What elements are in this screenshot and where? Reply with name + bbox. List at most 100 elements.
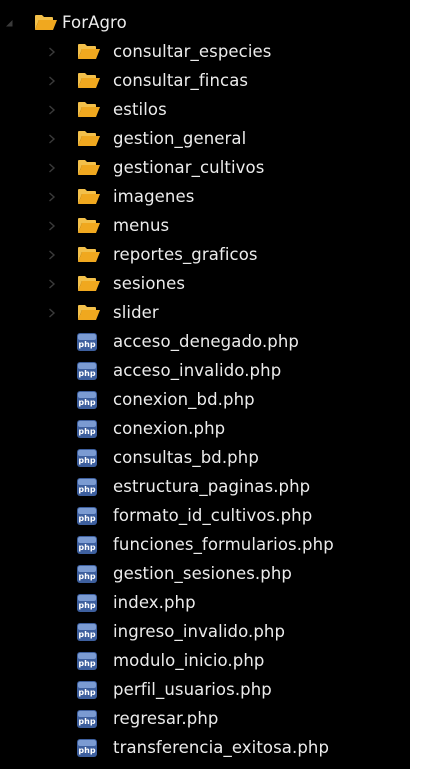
tree-item-label: sesiones bbox=[113, 274, 186, 293]
php-file-icon: php bbox=[75, 617, 99, 646]
tree-item-file[interactable]: php ingreso_invalido.php bbox=[0, 617, 410, 646]
tree-item-label: formato_id_cultivos.php bbox=[113, 506, 313, 525]
chevron-right-icon[interactable] bbox=[45, 95, 59, 124]
tree-item-file[interactable]: php perfil_usuarios.php bbox=[0, 675, 410, 704]
svg-text:php: php bbox=[78, 340, 95, 349]
php-file-icon: php bbox=[75, 704, 99, 733]
tree-item-label: transferencia_exitosa.php bbox=[113, 738, 330, 757]
tree-item-file[interactable]: php estructura_paginas.php bbox=[0, 472, 410, 501]
tree-item-file[interactable]: php funciones_formularios.php bbox=[0, 530, 410, 559]
tree-item-label: modulo_inicio.php bbox=[113, 651, 265, 670]
svg-text:php: php bbox=[78, 427, 95, 436]
php-file-icon: php bbox=[75, 733, 99, 762]
tree-item-file[interactable]: php consultas_bd.php bbox=[0, 443, 410, 472]
tree-item-file[interactable]: php formato_id_cultivos.php bbox=[0, 501, 410, 530]
tree-item-file[interactable]: php transferencia_exitosa.php bbox=[0, 733, 410, 762]
php-file-icon: php bbox=[75, 443, 99, 472]
chevron-right-icon[interactable] bbox=[45, 66, 59, 95]
tree-item-folder[interactable]: menus bbox=[0, 211, 410, 240]
folder-open-icon bbox=[77, 269, 101, 298]
folder-open-icon bbox=[34, 8, 58, 37]
svg-text:php: php bbox=[78, 369, 95, 378]
tree-item-label: consultas_bd.php bbox=[113, 448, 259, 467]
tree-item-folder[interactable]: estilos bbox=[0, 95, 410, 124]
tree-item-label: gestionar_cultivos bbox=[113, 158, 265, 177]
tree-item-label: gestion_general bbox=[113, 129, 247, 148]
file-tree: ForAgro consultar_especies consultar_fin… bbox=[0, 8, 410, 762]
tree-item-folder[interactable]: gestionar_cultivos bbox=[0, 153, 410, 182]
chevron-right-icon[interactable] bbox=[45, 37, 59, 66]
folder-open-icon bbox=[77, 182, 101, 211]
folder-open-icon bbox=[77, 66, 101, 95]
folder-open-icon bbox=[77, 211, 101, 240]
php-file-icon: php bbox=[75, 675, 99, 704]
tree-item-label: index.php bbox=[113, 593, 196, 612]
php-file-icon: php bbox=[75, 472, 99, 501]
tree-item-file[interactable]: php acceso_invalido.php bbox=[0, 356, 410, 385]
tree-item-file[interactable]: php index.php bbox=[0, 588, 410, 617]
tree-item-label: estilos bbox=[113, 100, 167, 119]
php-file-icon: php bbox=[75, 385, 99, 414]
folder-open-icon bbox=[77, 124, 101, 153]
svg-text:php: php bbox=[78, 601, 95, 610]
tree-item-label: funciones_formularios.php bbox=[113, 535, 334, 554]
svg-text:php: php bbox=[78, 456, 95, 465]
folder-open-icon bbox=[77, 153, 101, 182]
tree-item-label: conexion_bd.php bbox=[113, 390, 255, 409]
tree-item-file[interactable]: php acceso_denegado.php bbox=[0, 327, 410, 356]
tree-item-label: slider bbox=[113, 303, 159, 322]
tree-item-label: conexion.php bbox=[113, 419, 226, 438]
svg-text:php: php bbox=[78, 659, 95, 668]
chevron-right-icon[interactable] bbox=[45, 153, 59, 182]
tree-item-file[interactable]: php conexion.php bbox=[0, 414, 410, 443]
chevron-right-icon[interactable] bbox=[45, 182, 59, 211]
tree-item-label: estructura_paginas.php bbox=[113, 477, 311, 496]
php-file-icon: php bbox=[75, 559, 99, 588]
tree-item-label: perfil_usuarios.php bbox=[113, 680, 272, 699]
tree-item-file[interactable]: php gestion_sesiones.php bbox=[0, 559, 410, 588]
chevron-right-icon[interactable] bbox=[45, 269, 59, 298]
svg-text:php: php bbox=[78, 485, 95, 494]
tree-item-label: consultar_fincas bbox=[113, 71, 249, 90]
project-explorer-panel: ForAgro consultar_especies consultar_fin… bbox=[0, 0, 410, 769]
svg-text:php: php bbox=[78, 572, 95, 581]
tree-item-file[interactable]: php modulo_inicio.php bbox=[0, 646, 410, 675]
chevron-right-icon[interactable] bbox=[45, 240, 59, 269]
svg-text:php: php bbox=[78, 630, 95, 639]
tree-item-folder[interactable]: reportes_graficos bbox=[0, 240, 410, 269]
tree-item-folder[interactable]: consultar_fincas bbox=[0, 66, 410, 95]
tree-item-label: imagenes bbox=[113, 187, 195, 206]
chevron-right-icon[interactable] bbox=[45, 211, 59, 240]
tree-item-label: ForAgro bbox=[62, 13, 127, 32]
tree-item-folder[interactable]: imagenes bbox=[0, 182, 410, 211]
tree-item-label: menus bbox=[113, 216, 170, 235]
folder-open-icon bbox=[77, 240, 101, 269]
folder-open-icon bbox=[77, 298, 101, 327]
svg-text:php: php bbox=[78, 514, 95, 523]
tree-item-root-folder[interactable]: ForAgro bbox=[0, 8, 410, 37]
svg-text:php: php bbox=[78, 398, 95, 407]
tree-item-label: reportes_graficos bbox=[113, 245, 258, 264]
chevron-right-icon[interactable] bbox=[45, 124, 59, 153]
svg-text:php: php bbox=[78, 688, 95, 697]
tree-item-label: gestion_sesiones.php bbox=[113, 564, 292, 583]
tree-item-file[interactable]: php conexion_bd.php bbox=[0, 385, 410, 414]
chevron-right-icon[interactable] bbox=[45, 298, 59, 327]
tree-item-folder[interactable]: slider bbox=[0, 298, 410, 327]
php-file-icon: php bbox=[75, 646, 99, 675]
chevron-down-icon[interactable] bbox=[2, 8, 16, 37]
php-file-icon: php bbox=[75, 327, 99, 356]
tree-item-file[interactable]: php regresar.php bbox=[0, 704, 410, 733]
tree-item-label: acceso_denegado.php bbox=[113, 332, 299, 351]
tree-item-label: acceso_invalido.php bbox=[113, 361, 282, 380]
php-file-icon: php bbox=[75, 588, 99, 617]
tree-item-label: regresar.php bbox=[113, 709, 219, 728]
tree-item-folder[interactable]: sesiones bbox=[0, 269, 410, 298]
tree-item-folder[interactable]: gestion_general bbox=[0, 124, 410, 153]
svg-text:php: php bbox=[78, 717, 95, 726]
php-file-icon: php bbox=[75, 356, 99, 385]
php-file-icon: php bbox=[75, 501, 99, 530]
php-file-icon: php bbox=[75, 414, 99, 443]
tree-item-folder[interactable]: consultar_especies bbox=[0, 37, 410, 66]
tree-item-label: ingreso_invalido.php bbox=[113, 622, 286, 641]
